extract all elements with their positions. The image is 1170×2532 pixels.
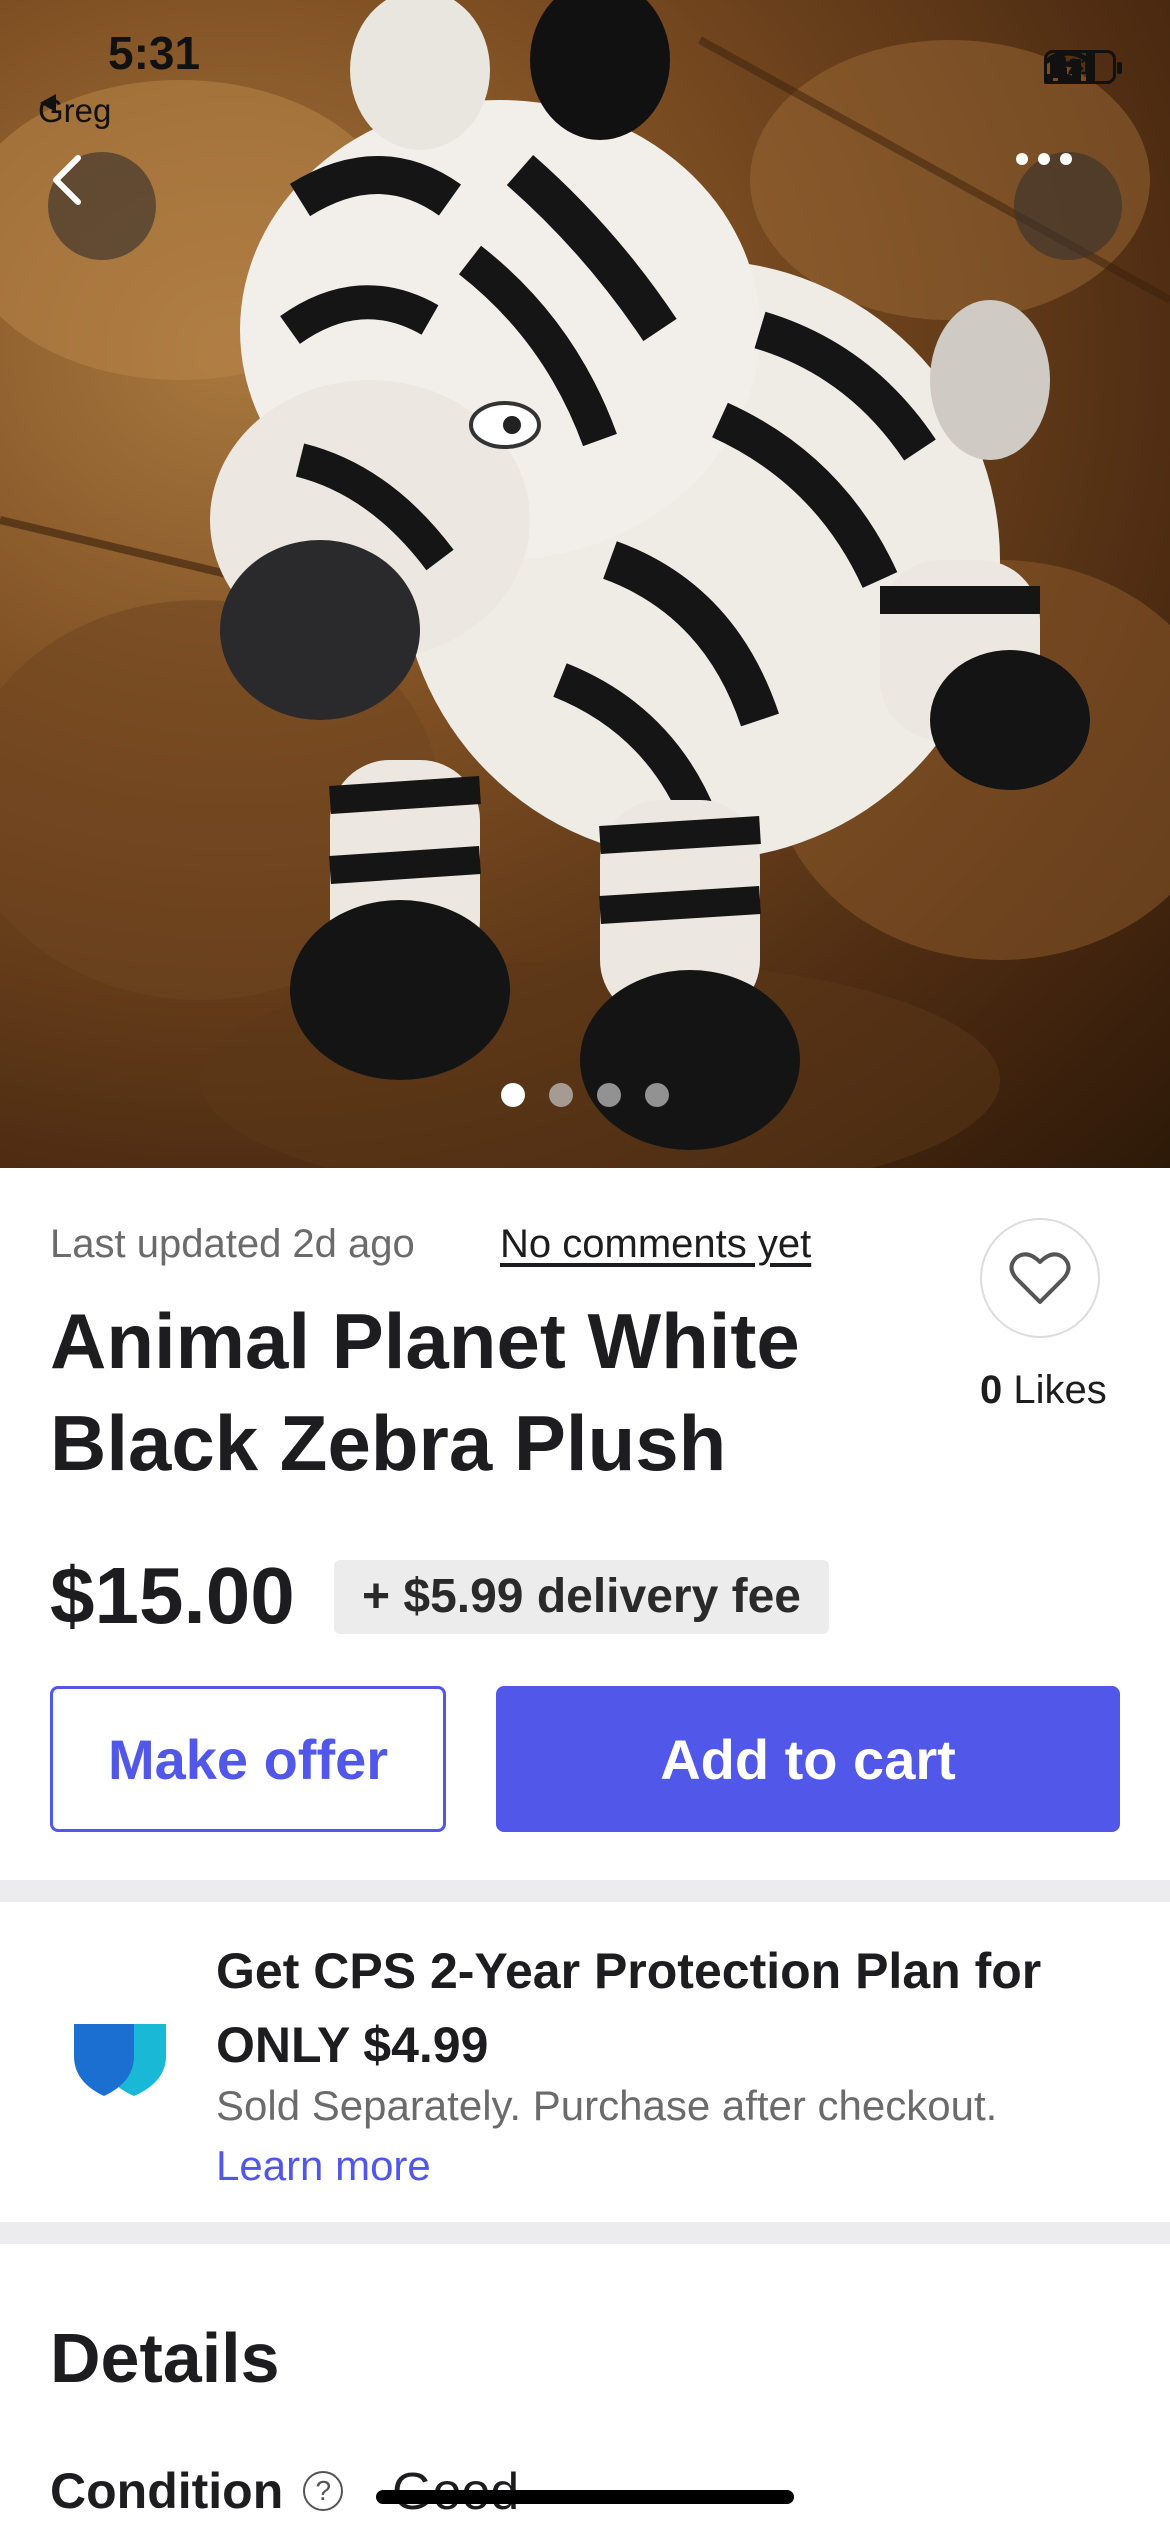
image-pager-dots: [0, 1083, 1170, 1107]
heart-icon: [1009, 1252, 1071, 1304]
like-button[interactable]: [980, 1218, 1100, 1338]
shield-icon: [72, 2018, 168, 2103]
status-icons: 21: [1044, 50, 1122, 84]
likes-number: 0: [980, 1368, 1003, 1412]
battery-icon: 21: [1044, 50, 1122, 84]
ellipsis-icon: [1016, 153, 1072, 165]
chevron-left-icon: [53, 155, 81, 205]
question-mark-icon[interactable]: ?: [303, 2471, 344, 2511]
pager-dot-4[interactable]: [645, 1083, 669, 1107]
comments-link[interactable]: No comments yet: [500, 1222, 811, 1267]
zebra-plush-image: [0, 0, 1170, 1168]
likes-label: Likes: [1013, 1368, 1107, 1412]
section-divider: [0, 2222, 1170, 2244]
protection-title-line2: ONLY $4.99: [216, 2017, 489, 2073]
more-options-button[interactable]: [1014, 152, 1122, 260]
battery-level: 21: [1067, 54, 1093, 79]
protection-plan-title: Get CPS 2-Year Protection Plan for ONLY …: [216, 1934, 1116, 2082]
condition-row: Condition ?: [50, 2462, 344, 2520]
last-updated-text: Last updated 2d ago: [50, 1222, 415, 1266]
likes-count: 0 Likes: [980, 1368, 1130, 1413]
delivery-fee-badge: + $5.99 delivery fee: [334, 1560, 829, 1634]
pager-dot-1[interactable]: [501, 1083, 525, 1107]
condition-label: Condition: [50, 2463, 284, 2519]
protection-plan-subtitle: Sold Separately. Purchase after checkout…: [216, 2082, 998, 2129]
add-to-cart-button[interactable]: Add to cart: [496, 1686, 1120, 1832]
product-price: $15.00: [50, 1551, 295, 1640]
product-title-line1: Animal Planet White: [50, 1297, 800, 1385]
learn-more-link[interactable]: Learn more: [216, 2142, 431, 2190]
section-divider: [0, 1880, 1170, 1902]
status-time: 5:31: [108, 27, 201, 79]
home-indicator[interactable]: [376, 2490, 794, 2504]
pager-dot-3[interactable]: [597, 1083, 621, 1107]
product-photo[interactable]: 5:31 Greg 21: [0, 0, 1170, 1168]
pager-dot-2[interactable]: [549, 1083, 573, 1107]
product-title-line2: Black Zebra Plush: [50, 1399, 727, 1487]
back-button[interactable]: [48, 152, 156, 260]
details-heading: Details: [50, 2319, 280, 2397]
small-left-triangle-icon: [40, 94, 56, 112]
make-offer-button[interactable]: Make offer: [50, 1686, 446, 1832]
product-title: Animal Planet White Black Zebra Plush: [50, 1290, 950, 1494]
back-to-app[interactable]: Greg: [38, 92, 111, 130]
protection-title-line1: Get CPS 2-Year Protection Plan for: [216, 1943, 1042, 1999]
